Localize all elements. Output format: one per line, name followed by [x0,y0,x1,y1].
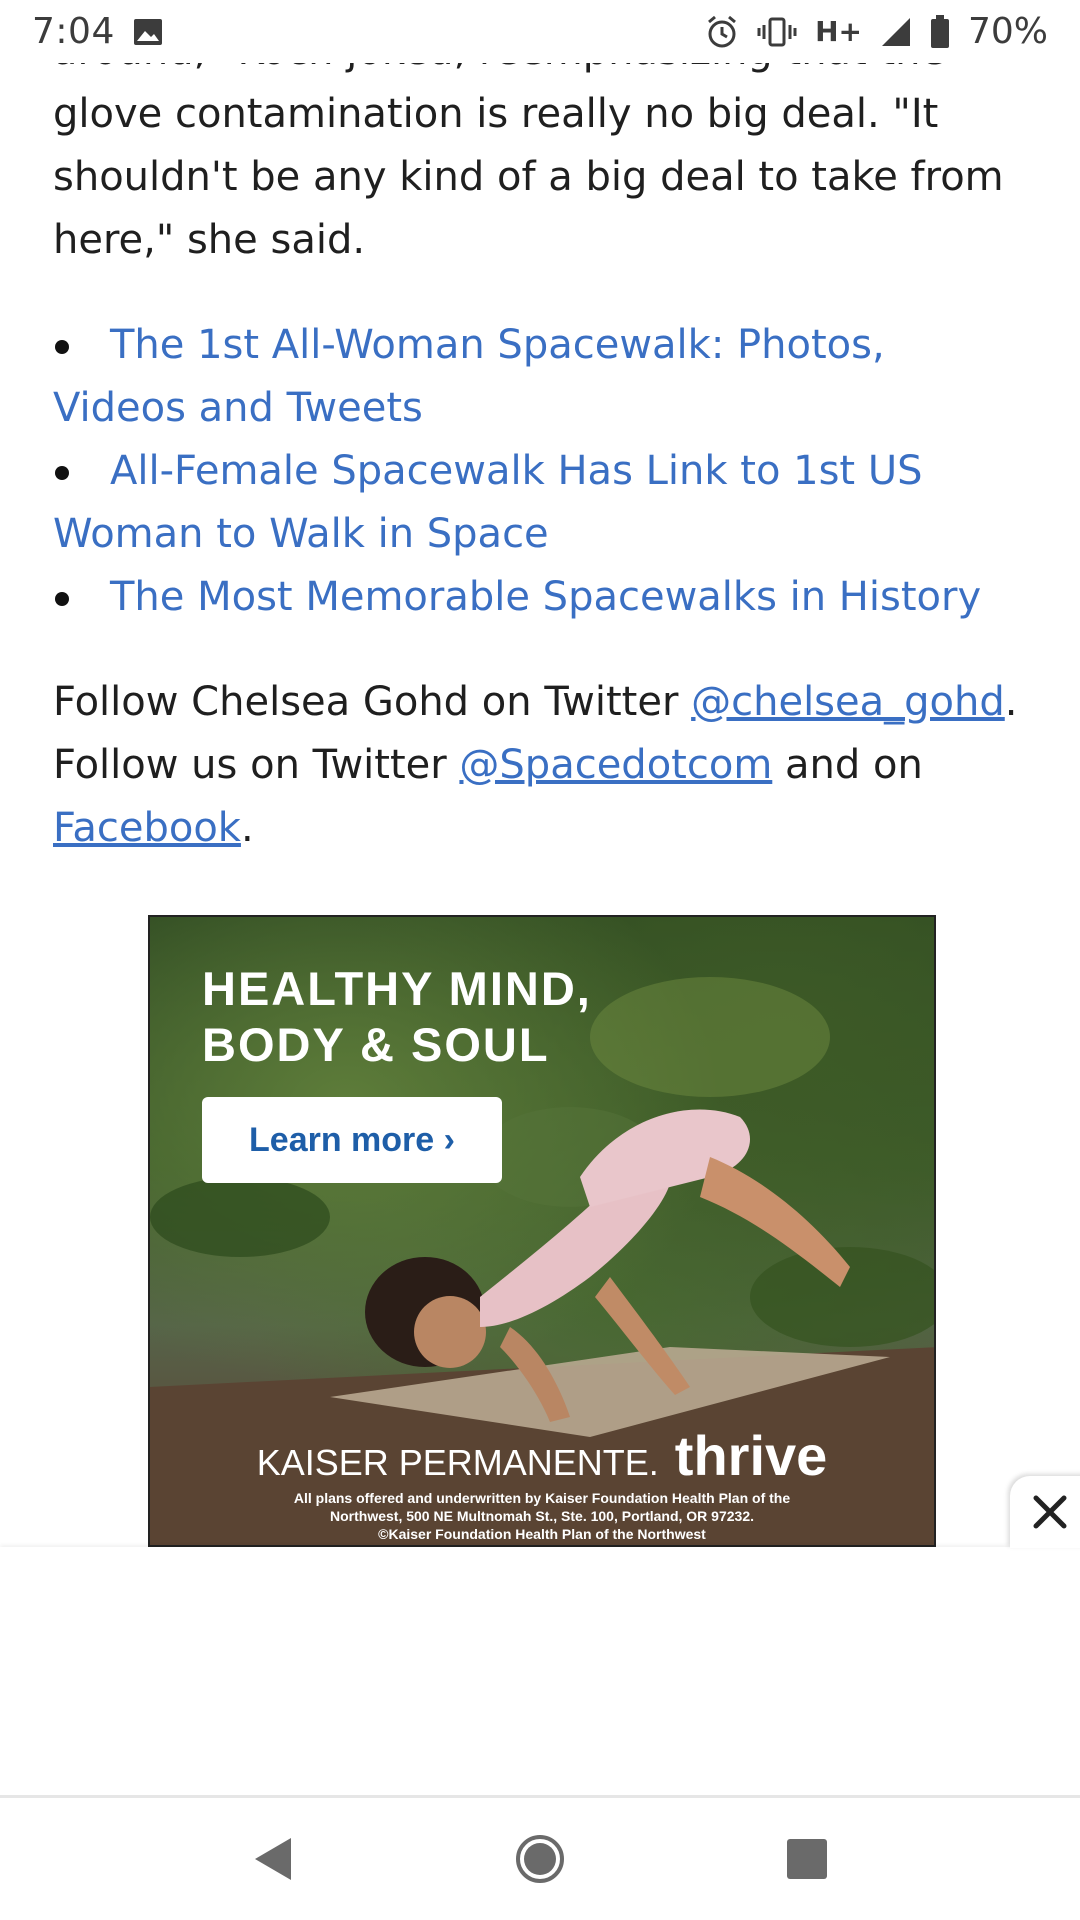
alarm-icon [705,15,739,49]
status-bar: 7:04 H+ 70% [0,0,1080,63]
image-icon [133,18,163,46]
related-link-label[interactable]: The 1st All-Woman Spacewalk: Photos, Vid… [53,322,885,431]
ad-legal-line: All plans offered and underwritten by Ka… [293,1490,791,1506]
battery-percent: 70% [967,11,1048,52]
recents-icon [786,1839,827,1879]
home-icon [515,1835,564,1883]
vibrate-icon [757,17,797,47]
follow-text: and on [772,742,923,788]
bullet-icon [55,592,69,606]
facebook-link[interactable]: Facebook [53,805,241,851]
back-icon [255,1838,292,1880]
signal-icon [880,16,912,48]
article-body: around," Koch joked, reemphasizing that … [53,0,1028,860]
ad-headline-line: BODY & SOUL [202,1018,550,1071]
twitter-author-link[interactable]: @chelsea_gohd [691,679,1005,725]
ad-headline: HEALTHY MIND, BODY & SOUL [202,961,592,1073]
battery-icon [930,14,950,49]
follow-text: Follow us on Twitter [53,742,460,788]
ad-close-button[interactable] [1010,1476,1080,1548]
status-time: 7:04 [32,11,115,52]
ad-legal-line: Northwest, 500 NE Multnomah St., Ste. 10… [330,1508,754,1524]
ad-banner[interactable]: HEALTHY MIND, BODY & SOUL Learn more › K… [148,915,936,1547]
ad-legal-text: All plans offered and underwritten by Ka… [170,1489,914,1543]
related-link-label[interactable]: All-Female Spacewalk Has Link to 1st US … [53,448,922,557]
related-link[interactable]: The 1st All-Woman Spacewalk: Photos, Vid… [53,314,1028,440]
bullet-icon [55,466,69,480]
sticky-ad-panel [0,1547,1080,1795]
ad-brand-tagline: thrive [674,1424,828,1487]
follow-text: . [1004,679,1018,725]
related-link[interactable]: The Most Memorable Spacewalks in History [53,566,1028,629]
system-nav-bar [0,1795,1080,1920]
twitter-site-link[interactable]: @Spacedotcom [459,742,772,788]
article-paragraph: glove contamination is really no big dea… [53,91,1004,263]
follow-paragraph: Follow Chelsea Gohd on Twitter @chelsea_… [53,671,1028,860]
ad-legal-line: ©Kaiser Foundation Health Plan of the No… [378,1526,706,1542]
ad-brand-name: KAISER PERMANENTE. [256,1442,659,1483]
follow-text: Follow Chelsea Gohd on Twitter [53,679,692,725]
related-links-list: The 1st All-Woman Spacewalk: Photos, Vid… [53,314,1028,629]
nav-home-button[interactable] [510,1829,570,1889]
related-link[interactable]: All-Female Spacewalk Has Link to 1st US … [53,440,1028,566]
nav-back-button[interactable] [243,1829,303,1889]
ad-learn-more-button[interactable]: Learn more › [202,1097,502,1183]
close-icon [1033,1495,1067,1529]
ad-brand-row: KAISER PERMANENTE. thrive [150,1423,934,1488]
bullet-icon [55,340,69,354]
network-type: H+ [815,15,862,48]
nav-recents-button[interactable] [777,1829,837,1889]
related-link-label[interactable]: The Most Memorable Spacewalks in History [110,574,981,620]
follow-text: . [240,805,254,851]
ad-headline-line: HEALTHY MIND, [202,962,592,1015]
